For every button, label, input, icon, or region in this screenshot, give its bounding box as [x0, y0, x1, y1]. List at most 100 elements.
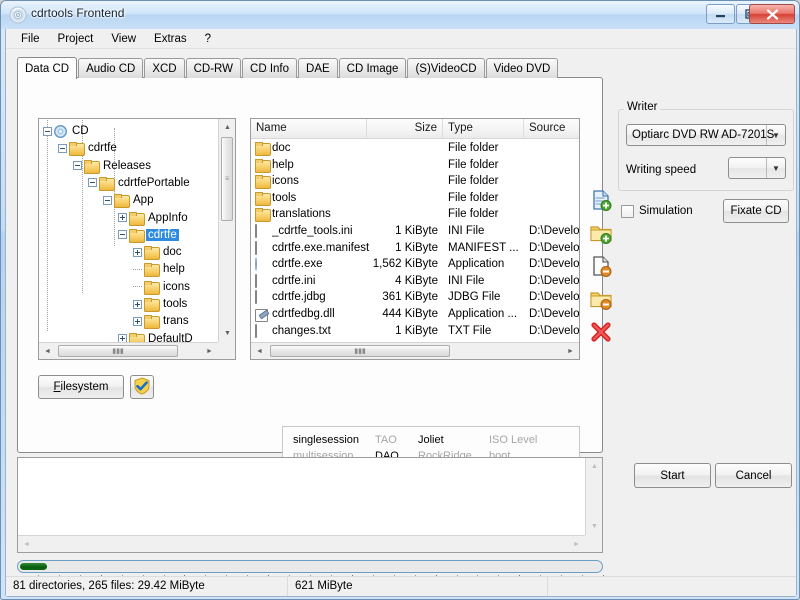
- folder-icon: [129, 211, 145, 226]
- tree-hscroll-thumb[interactable]: ▮▮▮: [58, 345, 178, 357]
- file-list[interactable]: Name Size Type Source doc File folder help…: [250, 118, 580, 360]
- remove-file-button[interactable]: [589, 254, 613, 278]
- cell-size: [367, 190, 438, 207]
- table-row[interactable]: tools File folder: [251, 190, 579, 207]
- tree-node[interactable]: tools: [133, 295, 189, 313]
- tree-vscrollbar[interactable]: ▲ ▼ ≡: [218, 119, 235, 342]
- table-row[interactable]: translations File folder: [251, 206, 579, 223]
- tree-scroll-up-icon[interactable]: ▲: [219, 119, 235, 136]
- minimize-button[interactable]: [706, 4, 735, 24]
- table-row[interactable]: doc File folder: [251, 140, 579, 157]
- tree-node[interactable]: cdrtfe: [118, 226, 179, 244]
- tree-expand-icon[interactable]: [133, 247, 142, 257]
- column-header-size[interactable]: Size: [367, 119, 443, 138]
- ini-file-icon-glyph: [255, 273, 257, 288]
- column-header-type[interactable]: Type: [443, 119, 524, 138]
- menu-project[interactable]: Project: [49, 31, 103, 47]
- cell-name: help: [272, 158, 294, 171]
- tree-collapse-icon[interactable]: [43, 126, 52, 136]
- tree-node-label: cdrtfe: [146, 228, 179, 241]
- tree-hscrollbar[interactable]: ◄ ► ▮▮▮: [39, 342, 218, 359]
- tab-dae[interactable]: DAE: [298, 58, 338, 78]
- list-scroll-right-icon[interactable]: ►: [562, 343, 579, 359]
- tab-xcd[interactable]: XCD: [144, 58, 185, 78]
- tree-node[interactable]: App: [103, 191, 155, 209]
- tree-scroll-down-icon[interactable]: ▼: [219, 325, 235, 342]
- table-row[interactable]: cdrtfe.exe 1,562 KiByte Application D:\Deve…: [251, 256, 579, 273]
- log-vscrollbar[interactable]: ▲ ▼: [585, 458, 602, 535]
- tree-collapse-icon[interactable]: [88, 178, 97, 188]
- log-scroll-up-icon[interactable]: ▲: [586, 458, 602, 475]
- tree-node[interactable]: trans: [133, 312, 191, 330]
- list-hscroll-thumb[interactable]: ▮▮▮: [270, 345, 450, 357]
- tab-video-dvd[interactable]: Video DVD: [485, 58, 559, 78]
- table-row[interactable]: cdrtfe.ini 4 KiByte INI File D:\Develo: [251, 273, 579, 290]
- simulation-checkbox[interactable]: [621, 205, 634, 218]
- table-row[interactable]: help File folder: [251, 157, 579, 174]
- log-output[interactable]: ▲ ▼ ◄ ►: [17, 457, 603, 553]
- start-button[interactable]: Start: [634, 463, 711, 488]
- tree-node[interactable]: doc: [133, 243, 184, 261]
- table-row[interactable]: cdrtfedbg.dll 444 KiByte Application ... D:…: [251, 306, 579, 323]
- filesystem-button[interactable]: Filesystem: [38, 375, 124, 399]
- menu-extras[interactable]: Extras: [145, 31, 196, 47]
- tab-cd-info[interactable]: CD Info: [242, 58, 298, 78]
- tree-node[interactable]: cdrtfe: [58, 139, 119, 157]
- tree-expand-icon[interactable]: [133, 316, 142, 326]
- tree-collapse-icon[interactable]: [58, 143, 67, 153]
- tree-node[interactable]: help: [133, 260, 187, 278]
- log-scroll-right-icon[interactable]: ►: [568, 536, 585, 552]
- window-title: cdrtools Frontend: [31, 6, 125, 20]
- log-scroll-corner: [585, 535, 602, 552]
- cell-type: File folder: [448, 208, 499, 221]
- menu-help[interactable]: ?: [196, 31, 220, 47]
- cd-disc-icon: [54, 124, 67, 138]
- tree-expand-icon[interactable]: [118, 213, 127, 222]
- table-row[interactable]: icons File folder: [251, 173, 579, 190]
- clear-all-button[interactable]: [589, 320, 613, 344]
- tree-collapse-icon[interactable]: [73, 161, 82, 171]
- remove-folder-button[interactable]: [589, 287, 613, 311]
- menu-bar: File Project View Extras ?: [6, 29, 796, 49]
- table-row[interactable]: changes.txt 1 KiByte TXT File D:\Develo: [251, 323, 579, 340]
- tab-audio-cd[interactable]: Audio CD: [78, 58, 144, 78]
- writer-group-legend: Writer: [624, 101, 661, 113]
- fixate-cd-button[interactable]: Fixate CD: [723, 199, 789, 223]
- tree-node[interactable]: icons: [133, 278, 192, 296]
- tree-collapse-icon[interactable]: [118, 230, 127, 240]
- file-list-hscrollbar[interactable]: ◄ ► ▮▮▮: [251, 342, 579, 359]
- close-button[interactable]: [749, 4, 795, 24]
- log-scroll-down-icon[interactable]: ▼: [586, 518, 602, 535]
- tree-collapse-icon[interactable]: [103, 195, 112, 205]
- tree-vscroll-thumb[interactable]: ≡: [221, 137, 233, 221]
- tab-svideocd[interactable]: (S)VideoCD: [407, 58, 485, 78]
- add-file-button[interactable]: [589, 188, 613, 212]
- tree-scroll-right-icon[interactable]: ►: [201, 343, 218, 359]
- tree-node[interactable]: cdrtfePortable: [88, 174, 192, 192]
- cancel-button[interactable]: Cancel: [715, 463, 792, 488]
- writer-device-select[interactable]: Optiarc DVD RW AD-7201S ▼: [626, 124, 786, 146]
- menu-view[interactable]: View: [102, 31, 145, 47]
- column-header-name[interactable]: Name: [251, 119, 367, 138]
- tree-expand-icon[interactable]: [133, 299, 142, 309]
- list-scroll-left-icon[interactable]: ◄: [251, 343, 268, 359]
- directory-tree[interactable]: CD cdrtfe Releases cdrtfePortable App AppInfo…: [38, 118, 236, 360]
- writing-speed-select[interactable]: ▼: [728, 157, 786, 179]
- tree-node[interactable]: Releases: [73, 157, 153, 175]
- add-folder-button[interactable]: [589, 221, 613, 245]
- table-row[interactable]: cdrtfe.jdbg 361 KiByte JDBG File D:\Develo: [251, 289, 579, 306]
- menu-file[interactable]: File: [12, 31, 49, 47]
- table-row[interactable]: _cdrtfe_tools.ini 1 KiByte INI File D:\Deve…: [251, 223, 579, 240]
- verify-settings-button[interactable]: [130, 375, 154, 399]
- tab-data-cd[interactable]: Data CD: [17, 57, 78, 79]
- tree-node[interactable]: CD: [43, 122, 91, 140]
- cell-size: [367, 157, 438, 174]
- table-row[interactable]: cdrtfe.exe.manifest 1 KiByte MANIFEST ... D…: [251, 240, 579, 257]
- column-header-source[interactable]: Source: [524, 119, 579, 138]
- log-scroll-left-icon[interactable]: ◄: [18, 536, 35, 552]
- tree-node[interactable]: AppInfo: [118, 209, 190, 227]
- log-hscrollbar[interactable]: ◄ ►: [18, 535, 585, 552]
- tree-scroll-left-icon[interactable]: ◄: [39, 343, 56, 359]
- tab-cd-image[interactable]: CD Image: [338, 58, 407, 78]
- tab-cd-rw[interactable]: CD-RW: [185, 58, 242, 78]
